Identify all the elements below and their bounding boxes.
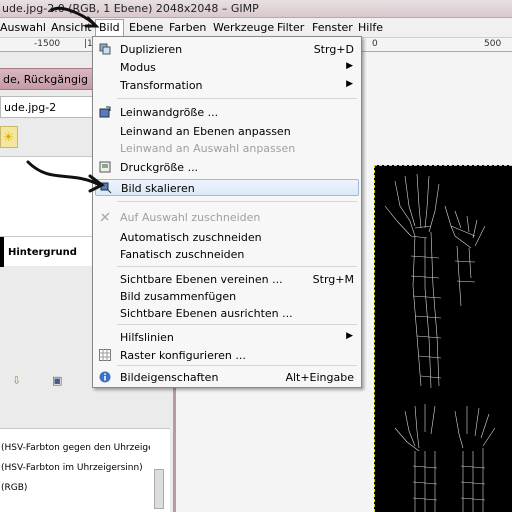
annotation-arrows	[26, 6, 105, 193]
